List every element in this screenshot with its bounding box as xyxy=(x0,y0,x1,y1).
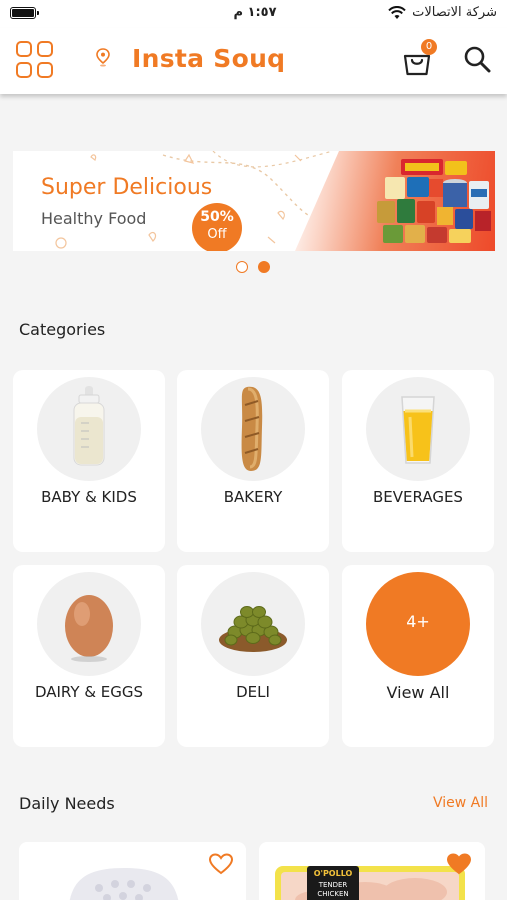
daily-needs-title: Daily Needs xyxy=(19,794,115,813)
carousel-indicator xyxy=(236,260,276,274)
category-image xyxy=(37,377,141,481)
app-header: Insta Souq 0 xyxy=(0,28,507,94)
eggs-tray-image xyxy=(69,868,179,900)
menu-grid-icon[interactable] xyxy=(16,41,54,79)
category-card-view-all[interactable]: 4+ View All xyxy=(342,565,494,747)
bread-icon xyxy=(241,386,263,471)
categories-title: Categories xyxy=(19,320,106,339)
favorite-heart-outline-icon[interactable] xyxy=(208,852,234,876)
search-icon[interactable] xyxy=(463,45,491,73)
egg-icon xyxy=(65,595,113,662)
category-label: DAIRY & EGGS xyxy=(34,683,144,701)
product-card-chicken[interactable]: O'POLLO TENDER CHICKEN BREAST xyxy=(259,842,485,900)
location-pin-icon[interactable] xyxy=(95,48,111,68)
canned-food-image xyxy=(377,159,491,243)
wifi-icon xyxy=(388,6,406,19)
daily-needs-view-all-link[interactable]: View All xyxy=(433,795,488,811)
status-time: ١:٥٧ م xyxy=(233,5,277,20)
brand-title: Insta Souq xyxy=(132,44,286,73)
chicken-package-text: TENDER CHICKEN BREAST xyxy=(317,881,349,900)
category-image xyxy=(201,377,305,481)
category-card-baby-kids[interactable]: BABY & KIDS xyxy=(13,370,165,552)
favorite-heart-filled-icon[interactable] xyxy=(446,852,472,876)
carousel-dot-1[interactable] xyxy=(236,261,248,273)
olives-bowl-icon xyxy=(219,606,287,652)
status-bar: ١:٥٧ م شركة الاتصالات xyxy=(0,0,507,28)
cart-count-badge: 0 xyxy=(421,39,437,55)
more-count-badge: 4+ xyxy=(406,612,430,631)
category-label: DELI xyxy=(236,683,270,701)
category-label: BEVERAGES xyxy=(373,488,463,506)
chicken-brand-text: O'POLLO xyxy=(313,869,353,878)
juice-glass-icon xyxy=(401,396,435,464)
discount-percent: 50% xyxy=(200,209,234,225)
discount-badge: 50% Off xyxy=(192,203,242,251)
product-card-eggs[interactable] xyxy=(19,842,246,900)
chicken-pack-image xyxy=(275,866,465,900)
view-all-circle: 4+ xyxy=(366,572,470,676)
baby-bottle-icon xyxy=(73,386,105,466)
battery-icon xyxy=(10,7,39,19)
promo-banner[interactable]: Super Delicious Healthy Food 50% Off xyxy=(13,151,495,251)
category-card-deli[interactable]: DELI xyxy=(177,565,329,747)
category-card-dairy-eggs[interactable]: DAIRY & EGGS xyxy=(13,565,165,747)
carousel-dot-2-active[interactable] xyxy=(258,261,270,273)
banner-title: Super Delicious xyxy=(41,175,213,200)
category-image xyxy=(366,377,470,481)
category-label: BABY & KIDS xyxy=(41,488,137,506)
category-card-bakery[interactable]: BAKERY xyxy=(177,370,329,552)
view-all-label: View All xyxy=(386,683,450,702)
category-label: BAKERY xyxy=(223,488,283,506)
carrier-name: شركة الاتصالات xyxy=(412,5,497,20)
category-image xyxy=(37,572,141,676)
banner-subtitle: Healthy Food xyxy=(41,209,147,228)
discount-label: Off xyxy=(207,227,227,242)
category-card-beverages[interactable]: BEVERAGES xyxy=(342,370,494,552)
category-image xyxy=(201,572,305,676)
